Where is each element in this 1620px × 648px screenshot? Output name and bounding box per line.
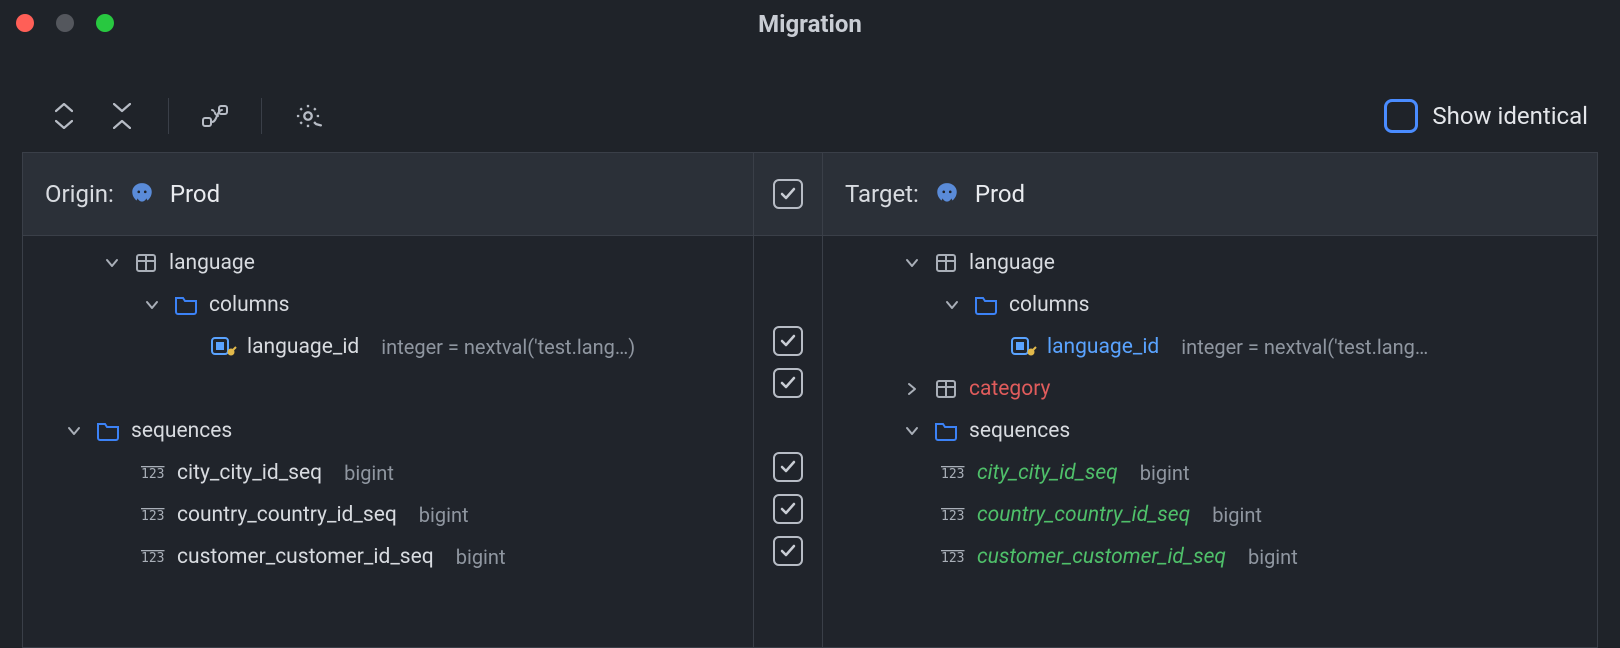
sequence-type: bigint bbox=[1248, 545, 1298, 569]
sequence-icon: 123 bbox=[941, 506, 967, 524]
toolbar: Show identical bbox=[0, 80, 1620, 152]
column-type: integer = nextval('test.lang…) bbox=[381, 335, 635, 359]
chevron-down-icon bbox=[901, 424, 923, 438]
row-checkbox[interactable] bbox=[773, 326, 803, 356]
sequence-name: customer_customer_id_seq bbox=[177, 545, 434, 569]
tree-row-sequence[interactable]: 123 country_country_id_seq bigint bbox=[823, 494, 1591, 536]
tree-row-folder[interactable]: sequences bbox=[823, 410, 1591, 452]
svg-text:123: 123 bbox=[141, 551, 164, 566]
sequence-type: bigint bbox=[1140, 461, 1190, 485]
sequence-icon: 123 bbox=[941, 464, 967, 482]
row-checkbox[interactable] bbox=[773, 494, 803, 524]
column-name: language_id bbox=[247, 335, 359, 359]
collapse-up-icon[interactable] bbox=[48, 100, 80, 132]
tree-row-spacer bbox=[23, 368, 747, 410]
row-checkbox[interactable] bbox=[773, 536, 803, 566]
tree-row-sequence[interactable]: 123 customer_customer_id_seq bigint bbox=[823, 536, 1591, 578]
sequence-type: bigint bbox=[1212, 503, 1262, 527]
sequence-name: customer_customer_id_seq bbox=[977, 545, 1226, 569]
show-identical-checkbox[interactable] bbox=[1384, 99, 1418, 133]
key-column-icon bbox=[211, 336, 237, 358]
folder-icon bbox=[973, 294, 999, 316]
svg-text:123: 123 bbox=[941, 551, 964, 566]
sequence-icon: 123 bbox=[141, 464, 167, 482]
folder-name: sequences bbox=[969, 419, 1070, 443]
sequence-name: city_city_id_seq bbox=[977, 461, 1118, 485]
tree-row-column[interactable]: language_id integer = nextval('test.lang… bbox=[23, 326, 747, 368]
target-label: Target: bbox=[845, 180, 919, 208]
folder-name: columns bbox=[1009, 293, 1090, 317]
column-type: integer = nextval('test.lang… bbox=[1181, 335, 1428, 359]
chevron-down-icon bbox=[941, 298, 963, 312]
sequence-type: bigint bbox=[419, 503, 469, 527]
origin-db-name: Prod bbox=[170, 180, 220, 208]
tree-row-table[interactable]: category bbox=[823, 368, 1591, 410]
sequence-icon: 123 bbox=[941, 548, 967, 566]
sequence-name: country_country_id_seq bbox=[177, 503, 397, 527]
table-name: language bbox=[169, 251, 255, 275]
folder-icon bbox=[173, 294, 199, 316]
chevron-down-icon bbox=[101, 256, 123, 270]
origin-pane: Origin: Prod language columns lang bbox=[23, 153, 753, 647]
tree-row-sequence[interactable]: 123 country_country_id_seq bigint bbox=[23, 494, 747, 536]
table-icon bbox=[133, 252, 159, 274]
sequence-name: city_city_id_seq bbox=[177, 461, 322, 485]
chevron-down-icon bbox=[141, 298, 163, 312]
tree-row-column[interactable]: language_id integer = nextval('test.lang… bbox=[823, 326, 1591, 368]
tree-row-table[interactable]: language bbox=[823, 242, 1591, 284]
tree-row-sequence[interactable]: 123 city_city_id_seq bigint bbox=[823, 452, 1591, 494]
sequence-icon: 123 bbox=[141, 548, 167, 566]
folder-name: sequences bbox=[131, 419, 232, 443]
gear-icon[interactable] bbox=[292, 100, 324, 132]
svg-text:123: 123 bbox=[141, 509, 164, 524]
table-icon bbox=[933, 252, 959, 274]
svg-text:123: 123 bbox=[941, 509, 964, 524]
window-title: Migration bbox=[0, 10, 1620, 38]
tree-row-sequence[interactable]: 123 customer_customer_id_seq bigint bbox=[23, 536, 747, 578]
target-tree: language columns language_id integer = n… bbox=[823, 236, 1597, 578]
chevron-right-icon bbox=[901, 382, 923, 396]
sequence-type: bigint bbox=[456, 545, 506, 569]
postgres-icon bbox=[128, 180, 156, 208]
column-name: language_id bbox=[1047, 335, 1159, 359]
folder-name: columns bbox=[209, 293, 290, 317]
diff-icon[interactable] bbox=[199, 100, 231, 132]
origin-label: Origin: bbox=[45, 180, 114, 208]
diff-panels: Origin: Prod language columns lang bbox=[22, 152, 1598, 648]
tree-row-folder[interactable]: columns bbox=[823, 284, 1591, 326]
origin-header: Origin: Prod bbox=[23, 153, 753, 236]
svg-text:123: 123 bbox=[141, 467, 164, 482]
table-icon bbox=[933, 378, 959, 400]
postgres-icon bbox=[933, 180, 961, 208]
toolbar-separator bbox=[261, 98, 262, 134]
target-db-name: Prod bbox=[975, 180, 1025, 208]
key-column-icon bbox=[1011, 336, 1037, 358]
collapse-down-icon[interactable] bbox=[106, 100, 138, 132]
svg-text:123: 123 bbox=[941, 467, 964, 482]
row-checkbox[interactable] bbox=[773, 368, 803, 398]
tree-row-folder[interactable]: sequences bbox=[23, 410, 747, 452]
toolbar-separator bbox=[168, 98, 169, 134]
folder-icon bbox=[95, 420, 121, 442]
target-pane: Target: Prod language columns lang bbox=[823, 153, 1597, 647]
folder-icon bbox=[933, 420, 959, 442]
tree-row-sequence[interactable]: 123 city_city_id_seq bigint bbox=[23, 452, 747, 494]
table-name: language bbox=[969, 251, 1055, 275]
chevron-down-icon bbox=[901, 256, 923, 270]
select-all-checkbox[interactable] bbox=[773, 179, 803, 209]
sequence-icon: 123 bbox=[141, 506, 167, 524]
table-name: category bbox=[969, 377, 1050, 401]
tree-row-table[interactable]: language bbox=[23, 242, 747, 284]
gutter bbox=[753, 153, 823, 647]
show-identical-label: Show identical bbox=[1432, 102, 1588, 130]
sequence-type: bigint bbox=[344, 461, 394, 485]
origin-tree: language columns language_id integer = n… bbox=[23, 236, 753, 578]
tree-row-folder[interactable]: columns bbox=[23, 284, 747, 326]
target-header: Target: Prod bbox=[823, 153, 1597, 236]
sequence-name: country_country_id_seq bbox=[977, 503, 1190, 527]
row-checkbox[interactable] bbox=[773, 452, 803, 482]
chevron-down-icon bbox=[63, 424, 85, 438]
